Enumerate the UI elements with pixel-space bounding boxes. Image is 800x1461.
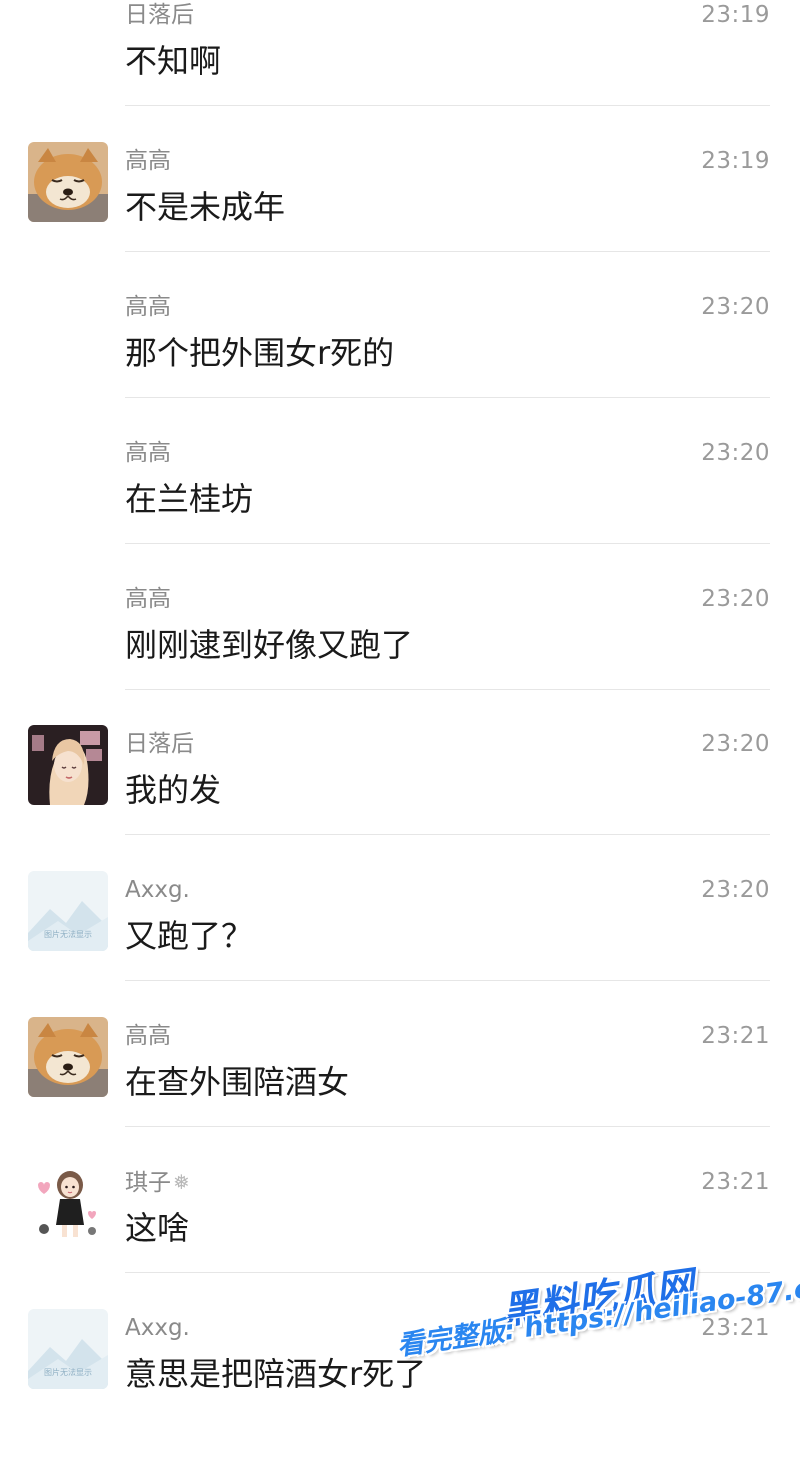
divider [125, 251, 770, 252]
message-item[interactable]: 日落后 23:20 我的发 [0, 725, 800, 877]
message-time: 23:19 [701, 148, 770, 174]
shiba-dog-icon [28, 142, 108, 222]
message-text: 不是未成年 [125, 188, 286, 226]
message-text: 这啥 [125, 1209, 190, 1247]
divider [125, 105, 770, 106]
message-time: 23:20 [701, 294, 770, 320]
sender-name: 高高 [125, 586, 171, 612]
sender-name: Axxg. [125, 877, 190, 903]
message-item[interactable]: 图片无法显示 Axxg. 23:20 又跑了？ [0, 871, 800, 1023]
avatar-girl-photo[interactable] [28, 725, 108, 805]
avatar-placeholder-image[interactable]: 图片无法显示 [28, 1309, 108, 1389]
message-text: 在兰桂坊 [125, 480, 254, 518]
divider [125, 1272, 770, 1273]
message-item[interactable]: 高高 23:19 不是未成年 [0, 142, 800, 294]
message-text: 意思是把陪酒女r死了 [125, 1355, 427, 1393]
message-time: 23:20 [701, 877, 770, 903]
girl-photo-icon [28, 725, 108, 805]
sender-name: Axxg. [125, 1315, 190, 1341]
placeholder-caption: 图片无法显示 [44, 930, 92, 939]
avatar-placeholder-image[interactable]: 图片无法显示 [28, 871, 108, 951]
sender-name: 高高 [125, 440, 171, 466]
message-text: 刚刚逮到好像又跑了 [125, 626, 414, 664]
message-item[interactable]: 高高 23:20 刚刚逮到好像又跑了 [0, 586, 800, 732]
cartoon-girl-icon [28, 1163, 108, 1243]
snowflake-icon: ❅ [173, 1170, 190, 1194]
divider [125, 980, 770, 981]
avatar-cartoon-girl[interactable] [28, 1163, 108, 1243]
divider [125, 1126, 770, 1127]
sender-name: 高高 [125, 1023, 171, 1049]
message-time: 23:21 [701, 1169, 770, 1195]
divider [125, 689, 770, 690]
divider [125, 397, 770, 398]
sender-name: 日落后 [125, 2, 194, 28]
message-item[interactable]: 高高 23:20 那个把外围女r死的 [0, 294, 800, 440]
sender-name: 高高 [125, 148, 171, 174]
placeholder-caption: 图片无法显示 [44, 1368, 92, 1377]
message-time: 23:20 [701, 440, 770, 466]
avatar-shiba-dog[interactable] [28, 1017, 108, 1097]
message-text: 我的发 [125, 771, 222, 809]
message-item[interactable]: 高高 23:21 在查外围陪酒女 [0, 1017, 800, 1169]
sender-name: 琪子 ❅ [125, 1167, 190, 1198]
message-item[interactable]: 琪子 ❅ 23:21 这啥 [0, 1163, 800, 1315]
message-text: 在查外围陪酒女 [125, 1063, 350, 1101]
message-item[interactable]: 日落后 23:19 不知啊 [0, 2, 800, 148]
message-time: 23:20 [701, 586, 770, 612]
sender-name: 高高 [125, 294, 171, 320]
message-item[interactable]: 图片无法显示 Axxg. 23:21 意思是把陪酒女r死了 [0, 1309, 800, 1461]
message-time: 23:21 [701, 1315, 770, 1341]
message-text: 那个把外围女r死的 [125, 334, 395, 372]
divider [125, 543, 770, 544]
message-text: 又跑了？ [125, 917, 254, 955]
avatar-shiba-dog[interactable] [28, 142, 108, 222]
message-text: 不知啊 [125, 42, 222, 80]
divider [125, 834, 770, 835]
message-time: 23:20 [701, 731, 770, 757]
shiba-dog-icon [28, 1017, 108, 1097]
sender-name: 日落后 [125, 731, 194, 757]
message-time: 23:19 [701, 2, 770, 28]
message-time: 23:21 [701, 1023, 770, 1049]
message-item[interactable]: 高高 23:20 在兰桂坊 [0, 440, 800, 586]
sender-name-text: 琪子 [125, 1170, 171, 1196]
